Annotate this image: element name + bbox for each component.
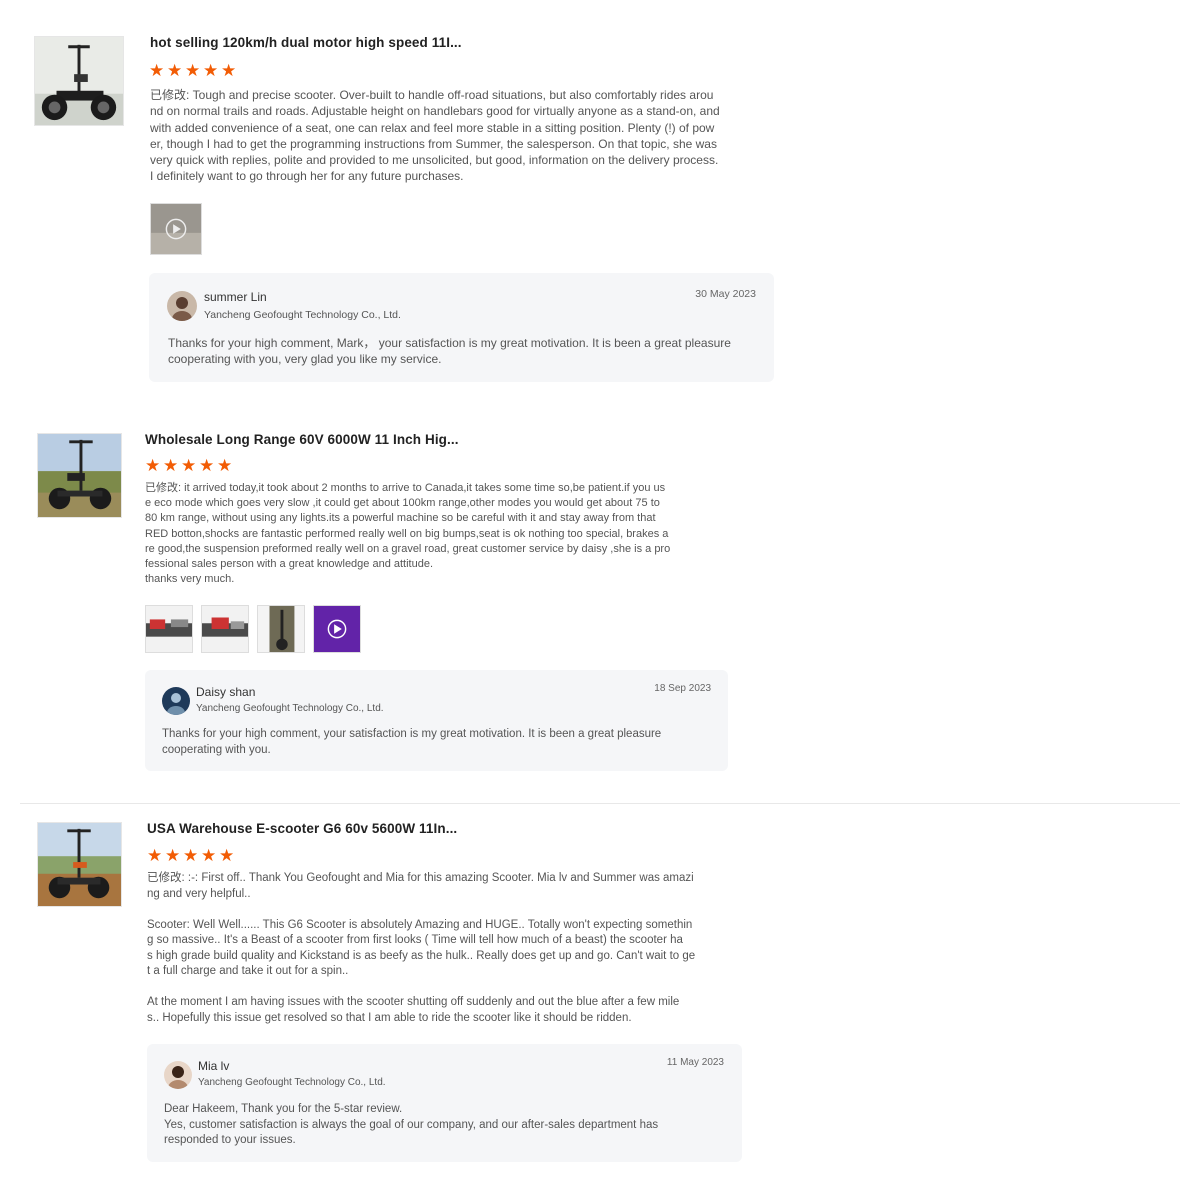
reply-text: Thanks for your high comment, Mark， your…	[168, 336, 731, 366]
review-item: USA Warehouse E-scooter G6 60v 5600W 11I…	[0, 810, 1200, 1200]
star-icon: ★	[149, 61, 165, 80]
star-icon: ★	[217, 456, 233, 475]
star-icon: ★	[199, 456, 215, 475]
star-icon: ★	[167, 61, 183, 80]
replier-company: Yancheng Geofought Technology Co., Ltd.	[196, 703, 384, 714]
review-text: 已修改: it arrived today,it took about 2 mo…	[145, 482, 671, 586]
review-item: hot selling 120km/h dual motor high spee…	[0, 0, 1200, 400]
seller-reply: Mia lv Yancheng Geofought Technology Co.…	[147, 1044, 742, 1162]
reply-date: 11 May 2023	[666, 1057, 724, 1068]
review-video[interactable]	[313, 605, 361, 653]
avatar	[162, 687, 190, 715]
review-media	[150, 203, 202, 255]
seller-reply: Daisy shan Yancheng Geofought Technology…	[145, 670, 728, 771]
star-icon: ★	[201, 846, 217, 865]
reply-text: Thanks for your high comment, your satis…	[162, 728, 662, 756]
replier-name: Mia lv	[198, 1059, 230, 1073]
star-rating: ★ ★ ★ ★ ★	[147, 846, 235, 865]
product-thumbnail[interactable]	[34, 36, 124, 126]
review-image[interactable]	[201, 605, 249, 653]
star-icon: ★	[163, 456, 179, 475]
replier-company: Yancheng Geofought Technology Co., Ltd.	[198, 1077, 386, 1088]
review-video[interactable]	[150, 203, 202, 255]
star-icon: ★	[145, 456, 161, 475]
reply-text: Dear Hakeem, Thank you for the 5-star re…	[164, 1103, 659, 1146]
star-icon: ★	[185, 61, 201, 80]
review-image[interactable]	[145, 605, 193, 653]
reply-date: 18 Sep 2023	[654, 683, 711, 694]
star-rating: ★ ★ ★ ★ ★	[149, 61, 237, 80]
star-icon: ★	[221, 61, 237, 80]
reply-date: 30 May 2023	[695, 288, 756, 300]
product-title[interactable]: Wholesale Long Range 60V 6000W 11 Inch H…	[145, 432, 459, 447]
section-divider	[20, 803, 1180, 804]
replier-company: Yancheng Geofought Technology Co., Ltd.	[204, 309, 401, 321]
product-thumbnail[interactable]	[37, 822, 122, 907]
review-media	[145, 605, 361, 653]
edited-label: 已修改:	[145, 482, 182, 494]
edited-label: 已修改:	[147, 872, 185, 884]
scooter-image	[38, 823, 121, 906]
product-title[interactable]: USA Warehouse E-scooter G6 60v 5600W 11I…	[147, 821, 457, 836]
review-item: Wholesale Long Range 60V 6000W 11 Inch H…	[0, 400, 1200, 800]
review-text: 已修改: Tough and precise scooter. Over-bui…	[150, 88, 720, 184]
scooter-image	[38, 434, 121, 517]
review-image[interactable]	[257, 605, 305, 653]
product-title[interactable]: hot selling 120km/h dual motor high spee…	[150, 35, 462, 50]
edited-label: 已修改:	[150, 88, 190, 102]
review-text: 已修改: :-: First off.. Thank You Geofought…	[147, 872, 696, 1024]
star-icon: ★	[219, 846, 235, 865]
star-icon: ★	[203, 61, 219, 80]
scooter-image	[35, 37, 123, 125]
avatar	[167, 291, 197, 321]
star-icon: ★	[183, 846, 199, 865]
replier-name: Daisy shan	[196, 685, 256, 699]
star-rating: ★ ★ ★ ★ ★	[145, 456, 233, 475]
star-icon: ★	[147, 846, 163, 865]
avatar	[164, 1061, 192, 1089]
replier-name: summer Lin	[204, 290, 267, 304]
product-thumbnail[interactable]	[37, 433, 122, 518]
seller-reply: summer Lin Yancheng Geofought Technology…	[149, 273, 774, 382]
star-icon: ★	[165, 846, 181, 865]
star-icon: ★	[181, 456, 197, 475]
